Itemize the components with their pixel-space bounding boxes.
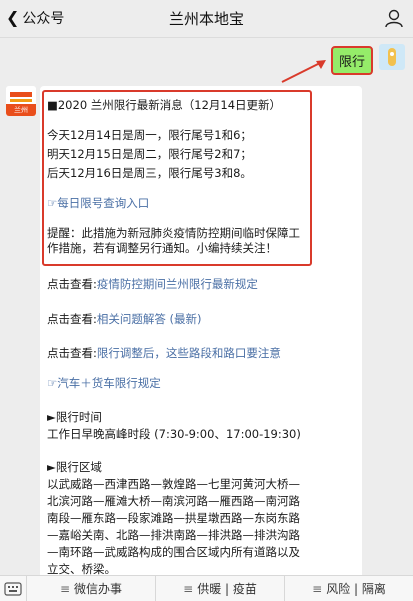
time-body: 工作日早晚高峰时段 (7:30-9:00、17:00-19:30) — [47, 427, 301, 441]
menu-heating-vaccine[interactable]: ≡ 供暖 | 疫苗 — [156, 576, 285, 601]
top-bar: ❮ 公众号 兰州本地宝 — [0, 0, 413, 38]
limit-line-tomorrow: 明天12月15日是周二，限行尾号2和7； — [47, 147, 252, 161]
menu-lines-icon: ≡ — [59, 581, 71, 596]
epidemic-rules-link[interactable]: 疫情防控期间兰州限行最新规定 — [97, 277, 258, 291]
menu-label: 微信办事 — [74, 582, 123, 596]
time-heading: ►限行时间 — [47, 410, 102, 424]
link-prefix: 点击查看: — [47, 346, 97, 360]
menu-label: 供暖 | 疫苗 — [197, 582, 257, 596]
area-line: 南段—雁东路—段家滩路—拱星墩西路—东岗东路 — [47, 511, 300, 525]
limit-line-today: 今天12月14日是周一，限行尾号1和6； — [47, 128, 252, 142]
menu-risk-isolation[interactable]: ≡ 风险 | 隔离 — [285, 576, 413, 601]
area-line: 以武威路—西津西路—敦煌路—七里河黄河大桥— — [47, 477, 300, 491]
limit-line-day-after: 后天12月16日是周三，限行尾号3和8。 — [47, 166, 252, 180]
link-row-1: 点击查看:疫情防控期间兰州限行最新规定 — [47, 277, 258, 292]
menu-label: 风险 | 隔离 — [326, 582, 386, 596]
area-heading: ►限行区域 — [47, 460, 102, 474]
keyboard-icon — [4, 581, 22, 596]
link-prefix: 点击查看: — [47, 312, 97, 326]
highlight-headline: ■2020 兰州限行最新消息（12月14日更新） — [47, 98, 282, 112]
person-icon — [385, 9, 403, 28]
menu-lines-icon: ≡ — [312, 581, 323, 596]
user-message-bubble: 限行 — [330, 46, 373, 75]
user-avatar[interactable] — [379, 44, 405, 70]
truck-rules-link[interactable]: ☞汽车＋货车限行规定 — [47, 376, 161, 391]
notice-text: 提醒：此措施为新冠肺炎疫情防控期间临时保障工作措施，若有调整另行通知。小编持续关… — [47, 226, 300, 255]
link-row-3: 点击查看:限行调整后，这些路段和路口要注意 — [47, 346, 281, 361]
bottom-menu-bar: ≡ 微信办事 ≡ 供暖 | 疫苗 ≡ 风险 | 隔离 — [0, 575, 413, 601]
area-line: 北滨河路—雁滩大桥—南滨河路—雁西路—南河路 — [47, 494, 300, 508]
link-prefix: 点击查看: — [47, 277, 97, 291]
profile-button[interactable] — [383, 7, 405, 29]
page-title: 兰州本地宝 — [168, 10, 244, 28]
link-row-2: 点击查看:相关问题解答 (最新) — [47, 312, 202, 327]
area-line: —嘉峪关南、北路—排洪南路—排洪路—排洪沟路 — [47, 528, 300, 542]
area-line: —南环路—武威路构成的围合区域内所有道路以及 — [47, 545, 300, 559]
menu-wechat-services[interactable]: ≡ 微信办事 — [27, 576, 156, 601]
bot-message-bubble: ■2020 兰州限行最新消息（12月14日更新） 今天12月14日是周一，限行尾… — [40, 86, 362, 582]
arrow-annotation-icon — [281, 60, 326, 83]
faq-link[interactable]: 相关问题解答 (最新) — [97, 312, 202, 326]
daily-query-link[interactable]: ☞每日限号查询入口 — [47, 196, 149, 211]
bot-avatar[interactable]: 兰州 — [6, 86, 36, 116]
keyboard-toggle-button[interactable] — [0, 576, 27, 601]
bot-avatar-label: 兰州 — [6, 104, 36, 116]
road-notes-link[interactable]: 限行调整后，这些路段和路口要注意 — [97, 346, 281, 360]
menu-lines-icon: ≡ — [183, 581, 194, 596]
